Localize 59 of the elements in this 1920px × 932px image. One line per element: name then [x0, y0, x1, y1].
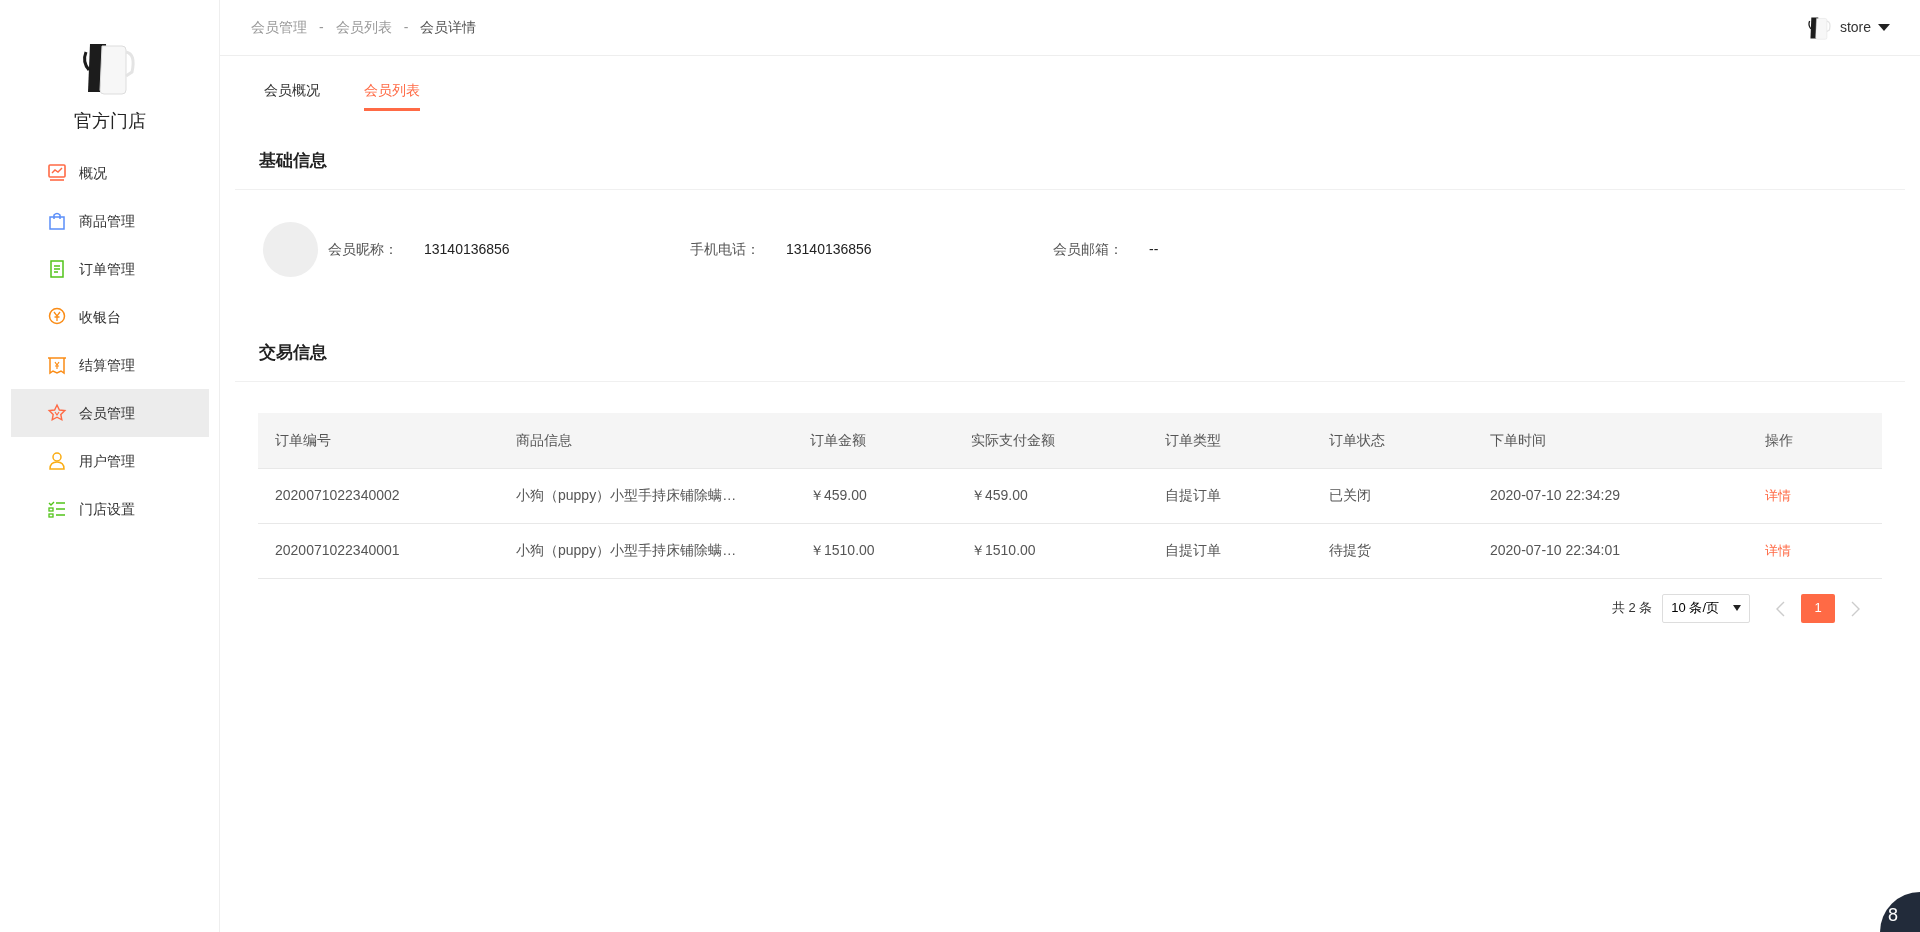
receipt-icon — [47, 355, 67, 375]
table-cell: 已关闭 — [1312, 468, 1473, 523]
sidebar-item[interactable]: 用户管理 — [11, 437, 209, 485]
table-cell: 待提货 — [1312, 523, 1473, 578]
table-cell: 小狗（puppy）小型手持床铺除螨… — [499, 523, 793, 578]
column-header: 订单类型 — [1148, 413, 1312, 468]
field-label: 手机电话： — [690, 239, 760, 259]
table-cell: ￥1510.00 — [954, 523, 1148, 578]
sidebar-item[interactable]: 门店设置 — [11, 485, 209, 533]
bag-icon — [47, 211, 67, 231]
table-cell: ￥459.00 — [954, 468, 1148, 523]
table-cell: ￥1510.00 — [793, 523, 954, 578]
table-cell: 2020071022340002 — [258, 468, 499, 523]
column-header: 下单时间 — [1473, 413, 1748, 468]
sidebar-item[interactable]: 概况 — [11, 149, 209, 197]
table-cell: 2020-07-10 22:34:01 — [1473, 523, 1748, 578]
field-value: -- — [1149, 239, 1159, 259]
star-icon — [47, 403, 67, 423]
table-cell: 自提订单 — [1148, 523, 1312, 578]
store-name: 官方门店 — [72, 110, 147, 133]
table-cell: ￥459.00 — [793, 468, 954, 523]
chevron-left-icon — [1776, 600, 1785, 617]
total-count: 共 2 条 — [1611, 599, 1653, 618]
sidebar-item[interactable]: 会员管理 — [11, 389, 209, 437]
tab[interactable]: 会员概况 — [264, 56, 320, 111]
table-cell: 小狗（puppy）小型手持床铺除螨… — [499, 468, 793, 523]
page-size-select[interactable]: 10 条/页 — [1662, 593, 1750, 623]
breadcrumb-separator: - — [403, 18, 409, 37]
column-header: 实际支付金额 — [954, 413, 1148, 468]
user-name[interactable]: store — [1839, 17, 1871, 38]
checklist-icon — [47, 499, 67, 519]
yen-icon — [47, 307, 67, 327]
column-header: 订单状态 — [1312, 413, 1473, 468]
table-cell: 2020-07-10 22:34:29 — [1473, 468, 1748, 523]
section-title: 基础信息 — [235, 132, 1905, 190]
table-cell: 2020071022340001 — [258, 523, 499, 578]
chevron-right-icon — [1851, 600, 1860, 617]
column-header: 订单编号 — [258, 413, 499, 468]
floating-badge[interactable]: 8 — [1880, 892, 1920, 932]
breadcrumb-current: 会员详情 — [420, 18, 477, 37]
sidebar-item[interactable]: 收银台 — [11, 293, 209, 341]
sidebar-item[interactable]: 商品管理 — [11, 197, 209, 245]
column-header: 商品信息 — [499, 413, 793, 468]
sidebar-item[interactable]: 订单管理 — [11, 245, 209, 293]
caret-icon[interactable] — [1878, 23, 1890, 32]
user-icon — [47, 451, 67, 471]
chart-icon — [47, 163, 67, 183]
field-value: 13140136856 — [424, 239, 510, 259]
caret-icon — [1733, 605, 1741, 611]
field-label: 会员昵称： — [328, 239, 398, 259]
sidebar-item[interactable]: 结算管理 — [11, 341, 209, 389]
document-icon — [47, 259, 67, 279]
column-header: 操作 — [1748, 413, 1882, 468]
section-title: 交易信息 — [235, 324, 1905, 382]
field-value: 13140136856 — [786, 239, 872, 259]
field-label: 会员邮箱： — [1053, 239, 1123, 259]
breadcrumb-separator: - — [319, 18, 324, 37]
table-cell: 自提订单 — [1148, 468, 1312, 523]
column-header: 订单金额 — [793, 413, 954, 468]
